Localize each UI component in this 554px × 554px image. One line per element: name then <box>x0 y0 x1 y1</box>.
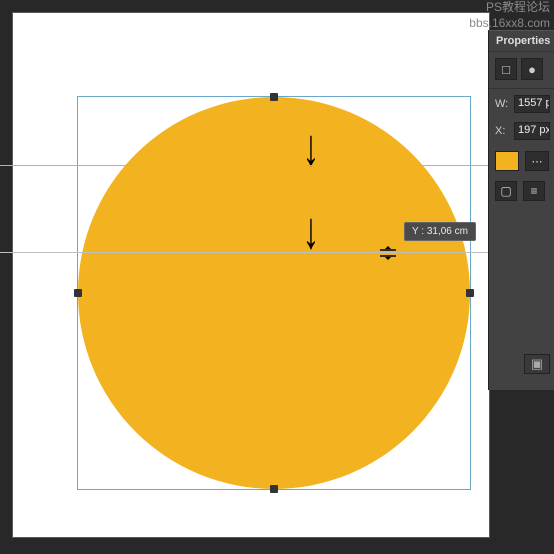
horizontal-guide-dragging[interactable] <box>0 252 554 253</box>
x-label: X: <box>495 125 510 137</box>
rectangle-icon: □ <box>502 62 510 77</box>
tooltip-value: 31,06 cm <box>427 226 468 237</box>
canvas[interactable]: ↓ ↓ <box>12 12 490 538</box>
stroke-style-button[interactable]: ⋯ <box>525 151 549 171</box>
live-shape-properties-button[interactable]: □ <box>495 58 517 80</box>
horizontal-guide[interactable] <box>0 165 554 166</box>
mask-properties-button[interactable]: ● <box>521 58 543 80</box>
layers-tab-button[interactable]: ▣ <box>524 354 550 374</box>
path-align-button[interactable]: ≡ <box>523 181 545 201</box>
align-icon: ≡ <box>530 184 537 198</box>
width-input[interactable]: 1557 px <box>514 95 550 113</box>
properties-panel: Properties □ ● W: 1557 px X: 197 px ⋯ ▢ <box>488 30 554 390</box>
x-input[interactable]: 197 px <box>514 122 550 140</box>
path-operations-button[interactable]: ▢ <box>495 181 517 201</box>
tooltip-label: Y : <box>412 226 424 237</box>
workspace: ↓ ↓ Y : 31,06 cm Properties □ ● W: 1557 … <box>0 0 554 554</box>
annotation-arrow-down-icon: ↓ <box>303 118 320 178</box>
panel-title: Properties <box>489 31 554 52</box>
layers-icon: ▣ <box>531 356 543 372</box>
path-ops-icon: ▢ <box>500 184 511 198</box>
stroke-icon: ⋯ <box>532 155 543 168</box>
fill-color-swatch[interactable] <box>495 151 519 171</box>
ellipse-shape[interactable] <box>78 97 470 489</box>
guide-position-tooltip: Y : 31,06 cm <box>404 222 476 241</box>
width-label: W: <box>495 98 510 110</box>
circle-icon: ● <box>528 62 536 77</box>
